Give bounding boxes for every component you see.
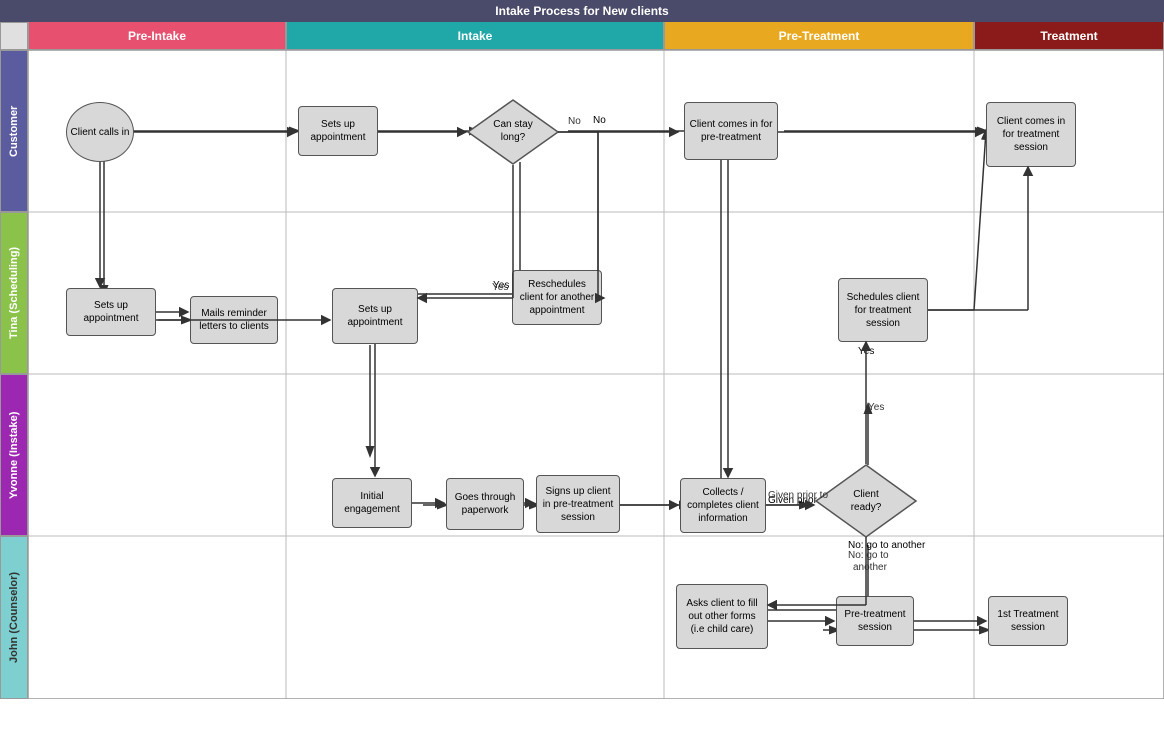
lane-label-yvonne: Yvonne (Instake) [0,374,28,536]
label-yes-2: Yes [858,346,874,357]
diagram-container: Intake Process for New clients Pre-Intak… [0,0,1164,742]
node-signs-up-client: Signs up client in pre-treatment session [536,475,620,533]
title-text: Intake Process for New clients [495,4,668,18]
node-client-comes-pre-treatment: Client comes in for pre-treatment [684,102,778,160]
svg-text:long?: long? [501,132,526,143]
node-schedules-treatment: Schedules client for treatment session [838,278,928,342]
node-sets-up-appt-tina: Sets up appointment [66,288,156,336]
node-reschedules-client: Reschedules client for another appointme… [512,270,602,325]
node-collects-completes: Collects / completes client information [680,478,766,533]
lane-label-john: John (Counselor) [0,536,28,699]
label-no: No [593,115,606,126]
phase-treatment: Treatment [974,22,1164,50]
label-no-go-to-another: No: go to another [848,540,925,551]
phase-pre-intake: Pre-Intake [28,22,286,50]
node-1st-treatment-session: 1st Treatment session [988,596,1068,646]
flowchart-area: Client calls in Sets up appointment Can … [28,50,1164,699]
svg-text:No: go to: No: go to [848,550,889,561]
node-client-ready: Client ready? [816,465,916,537]
node-client-calls-in: Client calls in [66,102,134,162]
lane-label-customer: Customer [0,50,28,212]
node-pre-treatment-session: Pre-treatment session [836,596,914,646]
svg-text:Yes: Yes [868,402,884,413]
node-mails-reminder: Mails reminder letters to clients [190,296,278,344]
node-client-comes-treatment: Client comes in for treatment session [986,102,1076,167]
svg-text:Can stay: Can stay [493,119,532,130]
lane-label-tina: Tina (Scheduling) [0,212,28,374]
node-goes-through-paperwork: Goes through paperwork [446,478,524,530]
title-bar: Intake Process for New clients [0,0,1164,22]
label-yes: Yes [493,280,509,291]
node-can-stay-long: Can stay long? [468,100,558,165]
phase-pre-treatment: Pre-Treatment [664,22,974,50]
svg-text:ready?: ready? [851,502,882,513]
svg-text:No: No [568,116,581,127]
node-initial-engagement: Initial engagement [332,478,412,528]
node-sets-up-appt-customer: Sets up appointment [298,106,378,156]
phase-intake: Intake [286,22,664,50]
node-asks-client: Asks client to fill out other forms (i.e… [676,584,768,649]
node-sets-up-appt-tina2: Sets up appointment [332,288,418,344]
svg-text:another: another [853,562,888,573]
svg-text:Client: Client [853,489,879,500]
